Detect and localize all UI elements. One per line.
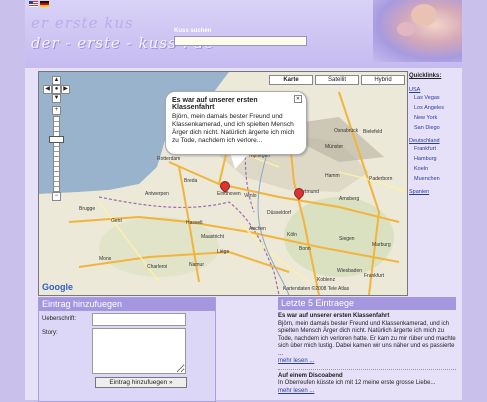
search-input[interactable] (174, 36, 307, 46)
story-label: Story: (42, 330, 58, 336)
svg-text:Münster: Münster (325, 144, 343, 150)
latest-entries: Letzte 5 Eintraege Es war auf unserer er… (278, 297, 456, 400)
map[interactable]: Rotterdam Breda Eindhoven Venlo Düsseldo… (38, 71, 408, 296)
svg-text:Maastricht: Maastricht (201, 234, 225, 240)
quicklink-city[interactable]: Koeln (414, 164, 459, 174)
quicklink-city[interactable]: Frankfurt (414, 144, 459, 154)
svg-text:Namur: Namur (189, 262, 204, 268)
latest-entries-header: Letzte 5 Eintraege (278, 297, 456, 310)
svg-text:Arnsberg: Arnsberg (339, 196, 360, 202)
header-photo (373, 0, 462, 62)
quicklink-city[interactable]: Los Angeles (414, 103, 459, 113)
maptype-map-button[interactable]: Karte (269, 75, 313, 85)
place-rotterdam: Rotterdam (157, 156, 180, 162)
maptype-satellite-button[interactable]: Satellit (315, 75, 359, 85)
svg-text:Frankfurt: Frankfurt (364, 273, 385, 279)
svg-text:Venlo: Venlo (244, 193, 257, 199)
quicklink-country[interactable]: Spanien (409, 189, 459, 195)
svg-text:Mons: Mons (99, 256, 112, 262)
svg-text:Charleroi: Charleroi (147, 264, 167, 270)
svg-text:Gent: Gent (111, 218, 122, 224)
zoom-out-icon[interactable]: − (52, 192, 61, 201)
info-body: Björn, mein damals bester Freund und Kla… (172, 113, 295, 144)
quicklink-city[interactable]: San Diego (414, 123, 459, 133)
read-more-link[interactable]: mehr lesen ... (278, 358, 456, 366)
title-input[interactable] (92, 313, 186, 326)
svg-text:Eindhoven: Eindhoven (217, 191, 241, 197)
entry-text: Björn, mein damals bester Freund und Kla… (278, 320, 456, 357)
quicklink-city[interactable]: New York (414, 113, 459, 123)
svg-text:Aachen: Aachen (249, 226, 266, 232)
entry-text: In Oberreufen küsste ich mit 12 meine er… (278, 380, 436, 386)
svg-text:Paderborn: Paderborn (369, 176, 393, 182)
svg-text:Osnabrück: Osnabrück (334, 128, 359, 134)
list-item: Es war auf unserer ersten Klassenfahrt B… (278, 313, 456, 366)
close-icon[interactable]: ✕ (294, 95, 302, 103)
zoom-slider[interactable] (53, 116, 60, 192)
svg-text:Marburg: Marburg (372, 242, 391, 248)
info-window: ✕ Es war auf unserer ersten Klassenfahrt… (165, 91, 307, 155)
entry-title: Es war auf unserer ersten Klassenfahrt (278, 313, 390, 319)
story-textarea[interactable] (92, 328, 186, 374)
quicklinks: Quicklinks: USA Las Vegas Los Angeles Ne… (409, 71, 459, 294)
header: er erste kus der - erste - kuss . de Kus… (25, 0, 462, 68)
quicklink-city[interactable]: Las Vegas (414, 93, 459, 103)
map-copyright: Kartendaten ©2008 Tele Atlas (283, 286, 350, 292)
list-item: Auf einem Discoabend In Oberreufen küsst… (278, 373, 456, 396)
pan-center-icon[interactable]: ● (52, 85, 61, 94)
logo-ghost: er erste kus (31, 14, 134, 32)
svg-text:Hasselt: Hasselt (186, 220, 203, 226)
quicklink-city[interactable]: Hamburg (414, 154, 459, 164)
zoom-in-icon[interactable]: + (52, 106, 61, 115)
pan-left-icon[interactable]: ◀ (43, 85, 52, 94)
svg-text:Hamm: Hamm (325, 173, 340, 179)
quicklinks-title: Quicklinks: (409, 73, 442, 79)
svg-text:Bonn: Bonn (299, 246, 311, 252)
google-logo[interactable]: Google (42, 282, 73, 292)
svg-text:Liège: Liège (217, 249, 229, 255)
svg-text:Siegen: Siegen (339, 236, 355, 242)
svg-text:Brugge: Brugge (79, 206, 95, 212)
maptype-hybrid-button[interactable]: Hybrid (361, 75, 405, 85)
read-more-link[interactable]: mehr lesen ... (278, 388, 456, 396)
zoom-slider-thumb[interactable] (49, 136, 64, 143)
us-flag-icon[interactable] (29, 1, 38, 7)
svg-text:Köln: Köln (287, 232, 297, 238)
svg-text:Düsseldorf: Düsseldorf (267, 210, 292, 216)
pan-right-icon[interactable]: ▶ (61, 85, 70, 94)
entry-title: Auf einem Discoabend (278, 372, 343, 379)
svg-text:Antwerpen: Antwerpen (145, 191, 169, 197)
divider (278, 368, 456, 370)
de-flag-icon[interactable] (40, 1, 49, 7)
entry-form: Eintrag hinzufuegen Ueberschrift: Story:… (38, 297, 216, 402)
quicklink-city[interactable]: Muenchen (414, 174, 459, 184)
svg-text:Koblenz: Koblenz (317, 277, 336, 283)
svg-text:Breda: Breda (184, 178, 198, 184)
entry-form-header: Eintrag hinzufuegen (39, 298, 215, 311)
add-entry-button[interactable]: Eintrag hinzufuegen » (95, 377, 187, 388)
info-title: Es war auf unserer ersten Klassenfahrt (172, 97, 258, 111)
page: er erste kus der - erste - kuss . de Kus… (25, 0, 462, 402)
search-label: Kuss suchen (174, 28, 212, 34)
pan-up-icon[interactable]: ▲ (52, 76, 61, 85)
title-label: Ueberschrift: (42, 316, 77, 322)
svg-text:Bielefeld: Bielefeld (363, 129, 382, 135)
pan-down-icon[interactable]: ▼ (52, 94, 61, 103)
svg-text:Wiesbaden: Wiesbaden (337, 268, 362, 274)
